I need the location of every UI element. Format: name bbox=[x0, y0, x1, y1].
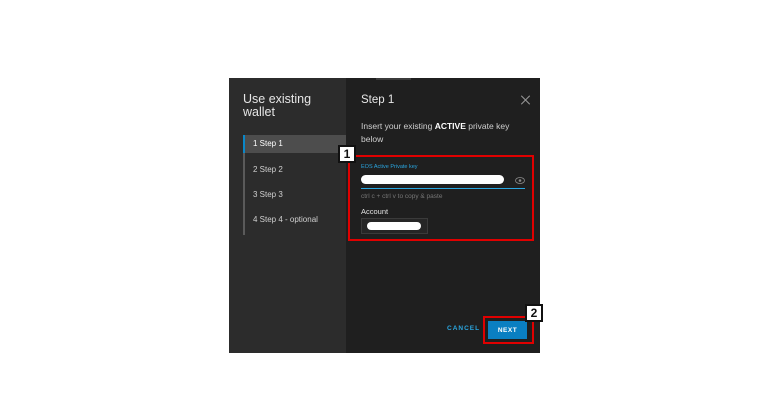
step-title: Step 1 bbox=[361, 94, 395, 106]
cancel-button[interactable]: CANCEL bbox=[447, 325, 480, 332]
instructions-text-start: Insert your existing bbox=[361, 121, 435, 131]
step-3-label: 3 Step 3 bbox=[253, 190, 283, 199]
callout-2: 2 bbox=[525, 304, 543, 322]
active-step-indicator bbox=[243, 135, 245, 153]
step-4-item[interactable]: 4 Step 4 - optional bbox=[245, 211, 346, 229]
step-instructions: Insert your existing ACTIVE private key … bbox=[361, 120, 531, 146]
close-icon[interactable] bbox=[521, 95, 531, 105]
wizard-sidebar: Use existing wallet 1 Step 1 2 Step 2 3 … bbox=[229, 78, 346, 353]
step-3-item[interactable]: 3 Step 3 bbox=[245, 186, 346, 204]
step-list: 1 Step 1 2 Step 2 3 Step 3 4 Step 4 - op… bbox=[243, 135, 346, 235]
callout-1: 1 bbox=[338, 145, 356, 163]
instructions-emphasis: ACTIVE bbox=[434, 121, 466, 131]
top-divider bbox=[376, 78, 411, 80]
highlight-box-key-fields bbox=[348, 155, 534, 241]
step-1-item[interactable]: 1 Step 1 bbox=[243, 135, 346, 153]
sidebar-title: Use existing wallet bbox=[243, 92, 312, 119]
step-4-label: 4 Step 4 - optional bbox=[253, 215, 318, 224]
step-2-label: 2 Step 2 bbox=[253, 165, 283, 174]
step-1-label: 1 Step 1 bbox=[253, 139, 283, 148]
step-2-item[interactable]: 2 Step 2 bbox=[245, 161, 346, 179]
